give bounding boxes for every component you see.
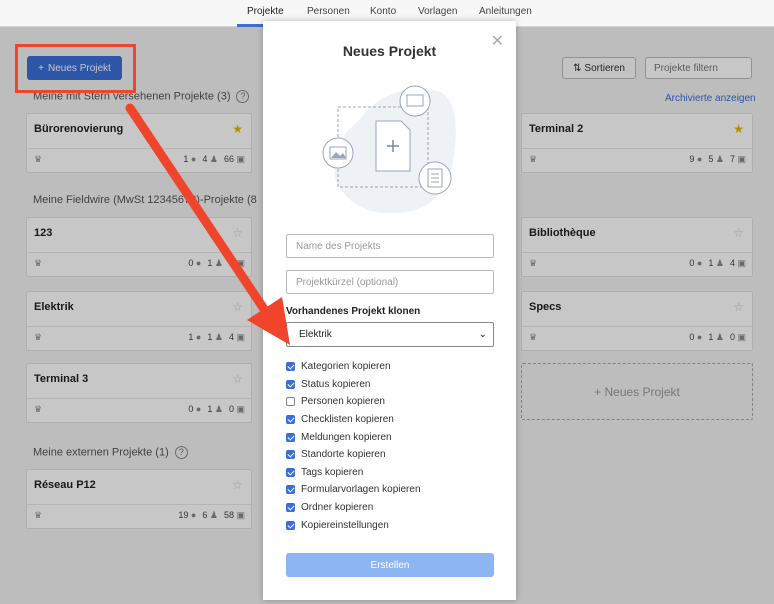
copy-option[interactable]: Meldungen kopieren: [286, 428, 421, 446]
annotation-highlight-box: [15, 44, 136, 93]
copy-option[interactable]: Checklisten kopieren: [286, 411, 421, 429]
nav-tab-konto[interactable]: Konto: [370, 6, 396, 17]
copy-option[interactable]: Ordner kopieren: [286, 499, 421, 517]
checkbox[interactable]: [286, 379, 295, 389]
option-label: Tags kopieren: [301, 466, 364, 478]
copy-options-list: Kategorien kopieren Status kopieren Pers…: [286, 358, 421, 534]
copy-option[interactable]: Tags kopieren: [286, 464, 421, 482]
nav-tab-personen[interactable]: Personen: [307, 6, 350, 17]
checkbox[interactable]: [286, 503, 295, 513]
checkbox[interactable]: [286, 485, 295, 495]
option-label: Standorte kopieren: [301, 449, 386, 461]
nav-tab-anleitungen[interactable]: Anleitungen: [479, 6, 532, 17]
option-label: Meldungen kopieren: [301, 431, 392, 443]
checkbox[interactable]: [286, 520, 295, 530]
option-label: Kategorien kopieren: [301, 361, 391, 373]
nav-tab-vorlagen[interactable]: Vorlagen: [418, 6, 457, 17]
clone-project-label: Vorhandenes Projekt klonen: [286, 306, 421, 317]
chevron-down-icon: ⌄: [478, 329, 487, 340]
clone-project-select[interactable]: Elektrik ⌄: [286, 322, 494, 347]
checkbox[interactable]: [286, 450, 295, 460]
option-label: Status kopieren: [301, 378, 371, 390]
copy-option[interactable]: Kategorien kopieren: [286, 358, 421, 376]
checkbox[interactable]: [286, 432, 295, 442]
checkbox[interactable]: [286, 467, 295, 477]
close-icon[interactable]: ✕: [491, 31, 504, 51]
new-project-modal: Neues Projekt ✕ Name des Projekts Projek…: [263, 21, 516, 600]
checkbox[interactable]: [286, 362, 295, 372]
option-label: Checklisten kopieren: [301, 414, 394, 426]
option-label: Ordner kopieren: [301, 502, 374, 514]
copy-option[interactable]: Personen kopieren: [286, 393, 421, 411]
nav-tab-projekte[interactable]: Projekte: [247, 6, 284, 17]
project-name-input[interactable]: Name des Projekts: [286, 234, 494, 258]
option-label: Personen kopieren: [301, 396, 385, 408]
checkbox[interactable]: [286, 415, 295, 425]
option-label: Formularvorlagen kopieren: [301, 484, 421, 496]
checkbox[interactable]: [286, 397, 295, 407]
copy-option[interactable]: Status kopieren: [286, 376, 421, 394]
project-short-input[interactable]: Projektkürzel (optional): [286, 270, 494, 294]
modal-title: Neues Projekt: [342, 43, 437, 59]
copy-option[interactable]: Formularvorlagen kopieren: [286, 481, 421, 499]
new-project-illustration-icon: [322, 85, 456, 214]
create-button[interactable]: Erstellen: [286, 553, 494, 577]
copy-option[interactable]: Standorte kopieren: [286, 446, 421, 464]
copy-option[interactable]: Kopiereinstellungen: [286, 516, 421, 534]
clone-selected-value: Elektrik: [299, 329, 332, 340]
option-label: Kopiereinstellungen: [301, 519, 389, 531]
